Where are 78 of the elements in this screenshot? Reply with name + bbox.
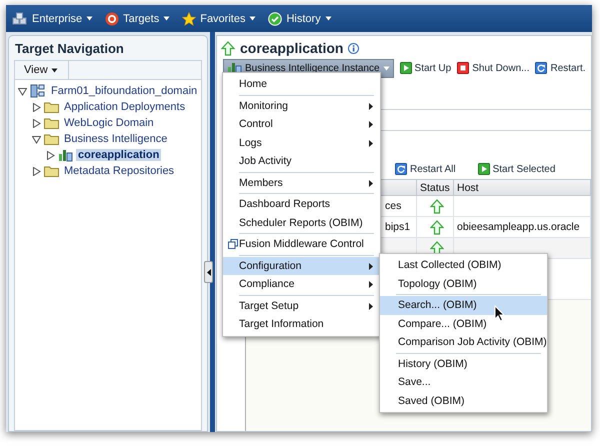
play-icon xyxy=(478,163,490,175)
menu-item[interactable]: Job Activity xyxy=(223,152,380,170)
menu-item[interactable]: Home xyxy=(223,75,380,94)
toolbar-button[interactable]: Restart All xyxy=(395,163,456,175)
folder-icon xyxy=(44,117,59,129)
submenu-arrow-icon xyxy=(369,102,373,110)
menu-bar-item[interactable]: History xyxy=(268,12,332,26)
collapse-icon[interactable] xyxy=(32,134,41,144)
cursor-icon xyxy=(494,305,505,322)
menu-item[interactable]: Comparison Job Activity (OBIM) xyxy=(380,333,547,352)
menu-item[interactable]: Control xyxy=(223,115,380,134)
stop-icon xyxy=(457,62,470,74)
tree-item[interactable]: Farm01_bifoundation_domain xyxy=(49,85,200,97)
collapse-icon[interactable] xyxy=(18,86,27,96)
menu-item[interactable]: Target Information xyxy=(223,315,380,334)
menu-bar-item[interactable]: Favorites xyxy=(182,12,256,26)
bar-chart-icon xyxy=(58,148,73,162)
menu-item[interactable]: Save... xyxy=(380,373,547,392)
menu-item[interactable]: History (OBIM) xyxy=(380,354,547,373)
tree-item[interactable]: Application Deployments xyxy=(62,101,188,113)
menu-item[interactable]: Dashboard Reports xyxy=(223,195,380,214)
star-icon xyxy=(182,12,196,26)
toolbar-button[interactable]: Start Selected xyxy=(478,163,556,175)
submenu-arrow-icon xyxy=(369,180,373,186)
menu-item[interactable]: Compliance xyxy=(223,275,380,294)
tree-item[interactable]: coreapplication xyxy=(76,149,162,161)
status-up-icon xyxy=(430,198,444,214)
caret-icon xyxy=(324,16,332,21)
menu-item[interactable]: Search... (OBIM) xyxy=(380,296,547,314)
caret-icon xyxy=(86,16,94,21)
toolbar-button[interactable]: Shut Down... xyxy=(457,62,530,74)
caret-icon xyxy=(50,68,58,72)
play-icon xyxy=(400,62,412,74)
refresh-icon xyxy=(395,163,407,175)
menu-item[interactable]: Monitoring xyxy=(223,96,380,115)
status-up-icon xyxy=(221,40,235,56)
menu-item[interactable]: Members xyxy=(223,174,380,192)
menu-bar-item[interactable]: Enterprise xyxy=(12,12,94,26)
network-icon xyxy=(30,84,46,98)
target-icon xyxy=(105,12,120,26)
toolbar-button[interactable]: Start Up xyxy=(400,62,452,74)
caret-icon xyxy=(382,66,390,70)
menu-item[interactable]: Last Collected (OBIM) xyxy=(380,256,547,274)
folder-icon xyxy=(44,101,59,113)
caret-icon xyxy=(163,16,170,21)
target-title: coreapplication xyxy=(240,40,344,56)
table-cell: obieesampleapp.us.oracle xyxy=(454,217,591,238)
menu-bar-item[interactable]: Targets xyxy=(105,12,170,26)
tree-item[interactable]: Business Intelligence xyxy=(62,133,170,145)
column-header[interactable]: Status xyxy=(417,180,454,196)
cubes-icon xyxy=(12,12,28,26)
menu-item[interactable]: Configuration xyxy=(223,256,380,275)
panel-title: Target Navigation xyxy=(14,40,125,58)
check-icon xyxy=(268,12,282,26)
external-link-icon xyxy=(228,239,238,249)
submenu-arrow-icon xyxy=(369,121,373,128)
column-header[interactable]: Host xyxy=(454,180,591,196)
folder-icon xyxy=(44,133,59,145)
folder-icon xyxy=(44,165,59,177)
menu-item[interactable]: Target Setup xyxy=(223,296,380,315)
menu-item[interactable]: Saved (OBIM) xyxy=(380,392,547,410)
menu-item[interactable]: Compare... (OBIM) xyxy=(380,314,547,333)
submenu-arrow-icon xyxy=(369,302,373,310)
refresh-icon xyxy=(535,62,548,74)
submenu-arrow-icon xyxy=(369,140,373,146)
menu-item[interactable]: Fusion Middleware Control xyxy=(223,235,380,254)
menu-item[interactable]: Topology (OBIM) xyxy=(380,274,547,293)
collapse-handle[interactable] xyxy=(204,261,213,283)
toolbar-button[interactable]: Restart. xyxy=(535,62,586,74)
menu-item[interactable]: Logs xyxy=(223,134,380,152)
submenu-arrow-icon xyxy=(369,281,373,288)
status-up-icon xyxy=(430,220,444,234)
submenu-arrow-icon xyxy=(369,262,373,270)
tree-item[interactable]: Metadata Repositories xyxy=(62,165,176,177)
info-icon xyxy=(348,42,360,54)
caret-icon xyxy=(249,16,256,21)
tree-item[interactable]: WebLogic Domain xyxy=(62,117,156,129)
collapse-arrow-icon xyxy=(206,268,210,276)
